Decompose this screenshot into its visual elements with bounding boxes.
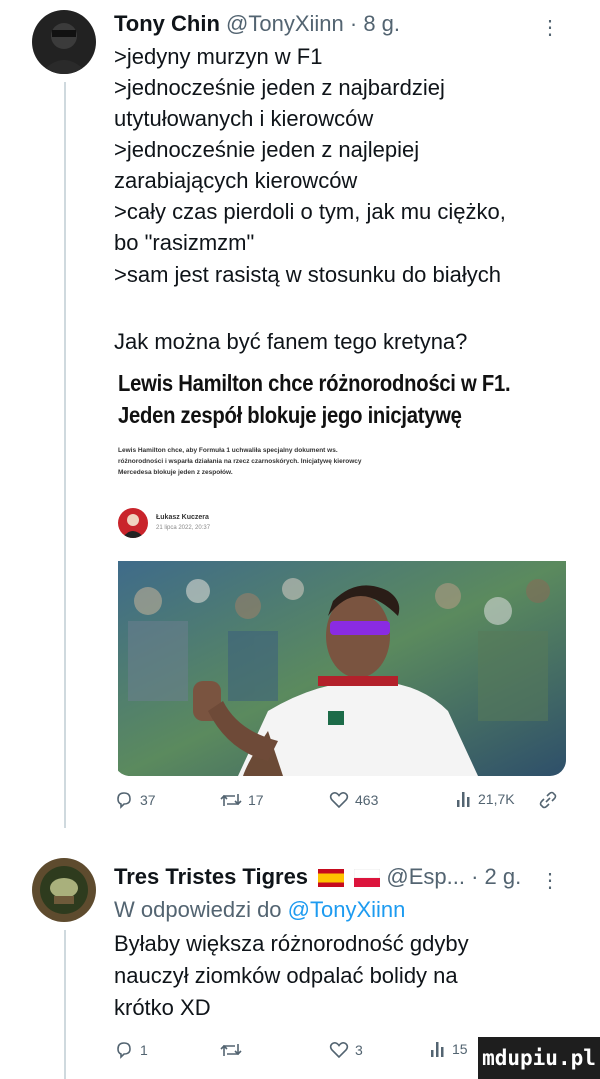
reply-prefix: W odpowiedzi do	[114, 897, 282, 922]
tweet-text-line: >jednocześnie jeden z najlepiej	[114, 137, 420, 162]
like-count: 3	[355, 1042, 363, 1058]
reply-count: 37	[140, 792, 156, 808]
avatar-image	[32, 858, 96, 922]
views-icon	[431, 1042, 444, 1057]
tweet-text-line: >sam jest rasistą w stosunku do białych	[114, 262, 502, 287]
tweet-header: Tres Tristes Tigres @Esp... · 2 g.	[114, 864, 521, 890]
poland-flag-icon	[354, 869, 381, 888]
tweet-text-line: krótko XD	[114, 995, 211, 1020]
view-count: 15	[452, 1041, 468, 1057]
tweet-text-line: Jak można być fanem tego kretyna?	[114, 329, 468, 354]
author-name[interactable]: Tony Chin	[114, 11, 220, 36]
tweet-text-line: >cały czas pierdoli o tym, jak mu ciężko…	[114, 199, 506, 224]
share-button[interactable]	[538, 790, 558, 810]
views-icon	[457, 792, 470, 807]
flags	[314, 864, 386, 889]
article-author-avatar	[118, 508, 148, 538]
more-options-icon[interactable]: ⋮	[540, 15, 560, 40]
reply-count: 1	[140, 1042, 148, 1058]
views-button[interactable]: 15	[430, 1040, 468, 1058]
tweet-text-line: zarabiających kierowców	[114, 168, 358, 193]
reply-to-link[interactable]: @TonyXiinn	[288, 897, 406, 922]
tweet-text-line: nauczył ziomków odpalać bolidy na	[114, 963, 458, 988]
retweet-count: 17	[248, 792, 264, 808]
thread-line	[64, 82, 66, 828]
article-author-name: Łukasz Kuczera	[156, 514, 209, 521]
retweet-button[interactable]	[220, 1040, 242, 1060]
heart-icon	[329, 1042, 349, 1059]
reply-context: W odpowiedzi do @TonyXiinn	[114, 894, 405, 925]
avatar-tres-tristes-tigres[interactable]	[32, 858, 96, 922]
tweet-text-line: Byłaby większa różnorodność gdyby	[114, 931, 469, 956]
retweet-button[interactable]: 17	[220, 790, 264, 810]
link-icon	[539, 791, 557, 809]
tweet-text-line: >jednocześnie jeden z najbardziej	[114, 75, 445, 100]
tweet-actions: 37 17 463 21,7K	[114, 790, 564, 814]
watermark-logo: mdupiu.pl	[478, 1037, 600, 1079]
heart-icon	[329, 792, 349, 809]
avatar-image	[32, 10, 96, 74]
article-title-line: Lewis Hamilton chce różnorodności w F1.	[118, 370, 511, 396]
retweet-icon	[220, 794, 242, 806]
retweet-icon	[220, 1044, 242, 1056]
view-count: 21,7K	[478, 791, 515, 807]
tweet-header: Tony Chin @TonyXiinn · 8 g.	[114, 11, 400, 37]
like-count: 463	[355, 792, 379, 808]
reply-button[interactable]: 1	[114, 1040, 148, 1060]
article-lead-line: Lewis Hamilton chce, aby Formuła 1 uchwa…	[118, 447, 338, 454]
author-handle[interactable]: @TonyXiinn · 8 g.	[226, 11, 400, 36]
reply-icon	[117, 792, 131, 809]
article-date: 21 lipca 2022, 20:37	[156, 525, 211, 531]
spain-flag-icon	[318, 869, 345, 888]
reply-button[interactable]: 37	[114, 790, 156, 810]
author-name[interactable]: Tres Tristes Tigres	[114, 864, 308, 889]
views-button[interactable]: 21,7K	[456, 790, 515, 808]
article-lead-line: Mercedesa blokuje jeden z zespołów.	[118, 469, 233, 476]
tweet-text-line: utytułowanych i kierowców	[114, 106, 374, 131]
tweet-text-line: >jedyny murzyn w F1	[114, 44, 323, 69]
avatar-tony-chin[interactable]	[32, 10, 96, 74]
thread-line	[64, 930, 66, 1079]
article-title-line: Jeden zespół blokuje jego inicjatywę	[118, 402, 462, 428]
like-button[interactable]: 3	[329, 1040, 363, 1060]
article-photo	[118, 561, 566, 776]
more-options-icon[interactable]: ⋮	[540, 868, 560, 893]
tweet-text-line: bo "rasizmzm"	[114, 230, 255, 255]
reply-icon	[117, 1042, 131, 1059]
article-lead-line: różnorodności i wsparła działania na rze…	[118, 458, 362, 465]
author-handle[interactable]: @Esp... · 2 g.	[386, 864, 521, 889]
article-image-card[interactable]: Lewis Hamilton chce różnorodności w F1. …	[114, 368, 566, 776]
like-button[interactable]: 463	[329, 790, 378, 810]
